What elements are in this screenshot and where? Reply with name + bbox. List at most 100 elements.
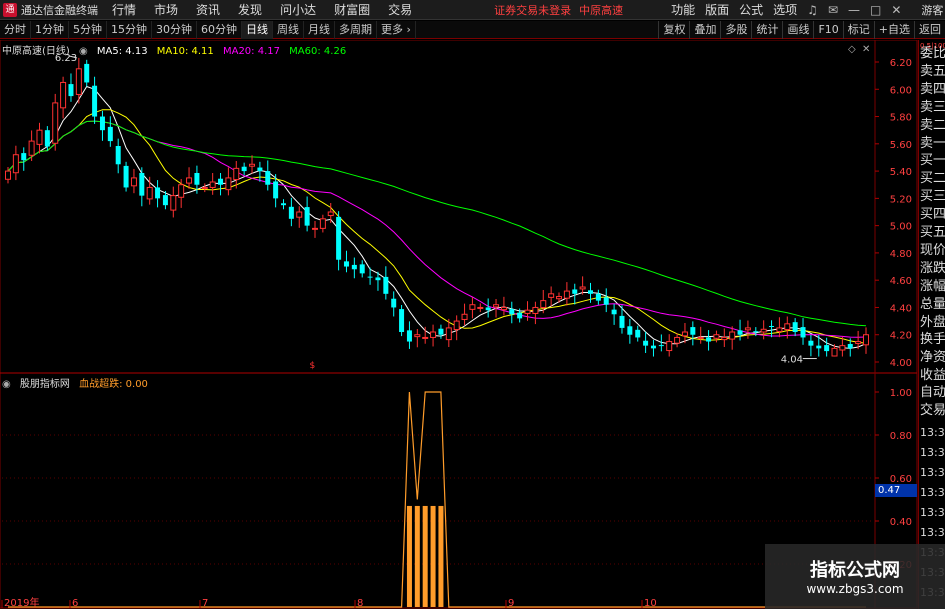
menu-item-discover[interactable]: 发现 <box>238 1 262 18</box>
indicator-signal-bar <box>414 505 420 607</box>
toolbar-button-draw[interactable]: 画线 <box>782 20 813 39</box>
period-button-weekly[interactable]: 周线 <box>273 20 304 39</box>
toolbar-button-multi-stock[interactable]: 多股 <box>720 20 751 39</box>
menu-item-layout[interactable]: 版面 <box>705 1 729 18</box>
envelope-icon[interactable]: ✉ <box>828 3 838 17</box>
candle-body <box>524 309 531 314</box>
x-tick-label: 8 <box>357 598 363 609</box>
menu-item-function[interactable]: 功能 <box>671 1 695 18</box>
candle-body <box>44 130 50 147</box>
candle-body <box>737 330 743 335</box>
menu-item-options[interactable]: 选项 <box>773 1 797 18</box>
guest-user[interactable]: 游客 <box>921 2 943 18</box>
price-tick-label: 4.80 <box>890 249 912 260</box>
candle-body <box>611 309 617 315</box>
trade-time: 13:34 <box>920 426 945 439</box>
current-stock-name: 中原高速 <box>579 3 624 17</box>
side-panel-label[interactable]: 换手 <box>920 332 945 347</box>
period-button-minute-chart[interactable]: 分时 <box>0 20 31 39</box>
side-panel-label[interactable]: 委比 <box>920 46 945 61</box>
side-panel-label[interactable]: 自动 <box>920 385 945 400</box>
candle-body <box>847 344 853 349</box>
candle-body <box>170 195 177 211</box>
indicator-signal-bar <box>430 505 436 607</box>
period-button-5min[interactable]: 5分钟 <box>69 20 107 39</box>
period-button-more[interactable]: 更多 › <box>377 20 416 39</box>
side-panel-label[interactable]: 现价 <box>920 243 945 258</box>
toolbar-button-mark[interactable]: 标记 <box>842 20 874 39</box>
side-panel-label[interactable]: 买五 <box>920 225 945 240</box>
side-panel-label[interactable]: 买四 <box>920 207 945 222</box>
maximize-icon[interactable]: □ <box>870 3 881 17</box>
side-panel-label[interactable]: 卖三 <box>920 100 945 115</box>
candle-body <box>485 307 491 311</box>
side-panel-label[interactable]: 外盘 <box>920 315 945 330</box>
toolbar-button-back[interactable]: 返回 <box>914 20 945 39</box>
chart-area[interactable]: 6.20 6.00 5.80 5.60 5.40 5.20 5.00 4.80 4.60 4.40… <box>0 40 918 609</box>
menu-item-wealth[interactable]: 财富圈 <box>334 1 370 18</box>
candle-body <box>123 165 129 188</box>
candle-body <box>706 337 712 342</box>
candle-body <box>453 320 460 331</box>
side-panel-label[interactable]: 卖五 <box>920 64 945 79</box>
candlestick-series <box>5 57 869 357</box>
candle-body <box>595 293 601 301</box>
side-panel-label[interactable]: 交易 <box>920 403 945 418</box>
side-panel-label[interactable]: 买二 <box>920 171 945 186</box>
ma10-label: MA10: 4.11 <box>156 46 214 57</box>
side-panel-label[interactable]: 卖一 <box>920 136 945 151</box>
toolbar-button-add-favorite[interactable]: +自选 <box>873 20 914 39</box>
menu-item-market[interactable]: 市场 <box>154 1 178 18</box>
toolbar-button-overlay[interactable]: 叠加 <box>689 20 720 39</box>
candle-body <box>548 293 555 298</box>
toolbar-button-adjust[interactable]: 复权 <box>658 20 689 39</box>
period-button-1min[interactable]: 1分钟 <box>31 20 69 39</box>
period-button-60min[interactable]: 60分钟 <box>197 20 242 39</box>
period-button-monthly[interactable]: 月线 <box>304 20 335 39</box>
side-panel-label[interactable]: 涨跌 <box>920 261 945 276</box>
period-button-daily[interactable]: 日线 <box>242 20 273 39</box>
candle-body <box>800 327 806 338</box>
candle-body <box>603 297 609 305</box>
headset-icon[interactable]: ♫ <box>807 3 818 17</box>
side-panel-label[interactable]: 买一 <box>920 153 945 168</box>
menu-item-ask[interactable]: 问小达 <box>280 1 316 18</box>
period-button-multi[interactable]: 多周期 <box>335 20 377 39</box>
side-panel-label[interactable]: 净资 <box>920 350 945 365</box>
side-panel-label[interactable]: 卖四 <box>920 82 945 97</box>
ma20-line <box>7 120 867 338</box>
candle-body <box>99 116 105 131</box>
menu-item-trade[interactable]: 交易 <box>388 1 412 18</box>
period-button-30min[interactable]: 30分钟 <box>152 20 197 39</box>
candle-body <box>760 328 767 333</box>
toolbar-button-f10[interactable]: F10 <box>813 20 842 39</box>
side-panel-label[interactable]: 收益 <box>920 368 945 383</box>
candle-body <box>784 323 791 331</box>
candle-body <box>367 276 373 278</box>
side-panel-label[interactable]: 卖二 <box>920 118 945 133</box>
candle-body <box>288 206 294 219</box>
menu-item-quotes[interactable]: 行情 <box>112 1 136 18</box>
settings-gear-icon[interactable]: ◉ <box>79 46 88 57</box>
candle-body <box>650 345 656 349</box>
close-icon[interactable]: ✕ <box>891 3 901 17</box>
side-panel-label[interactable]: 买三 <box>920 189 945 204</box>
price-tick-label: 4.00 <box>890 358 912 369</box>
login-warning[interactable]: 证券交易未登录 <box>494 2 571 18</box>
minimize-icon[interactable]: — <box>848 3 860 17</box>
trade-time: 13:34 <box>920 486 945 499</box>
period-button-15min[interactable]: 15分钟 <box>107 20 152 39</box>
toolbar-button-stats[interactable]: 统计 <box>751 20 782 39</box>
candle-body <box>863 334 869 346</box>
menu-item-formula[interactable]: 公式 <box>739 1 763 18</box>
quote-side-panel: 0.5|1000委比卖五卖四卖三卖二卖一买一买二买三买四买五现价涨跌涨幅总量外盘… <box>918 40 945 609</box>
menu-item-news[interactable]: 资讯 <box>196 1 220 18</box>
candle-body <box>808 340 814 346</box>
candle-body <box>579 286 586 290</box>
side-panel-label[interactable]: 涨幅 <box>920 279 945 294</box>
side-panel-label[interactable]: 总量 <box>920 297 945 312</box>
candle-body <box>556 296 563 300</box>
indicator-settings-icon[interactable]: ◉ <box>2 379 11 390</box>
candle-body <box>28 140 35 156</box>
indicator-name: 股朋指标网 <box>19 379 70 390</box>
